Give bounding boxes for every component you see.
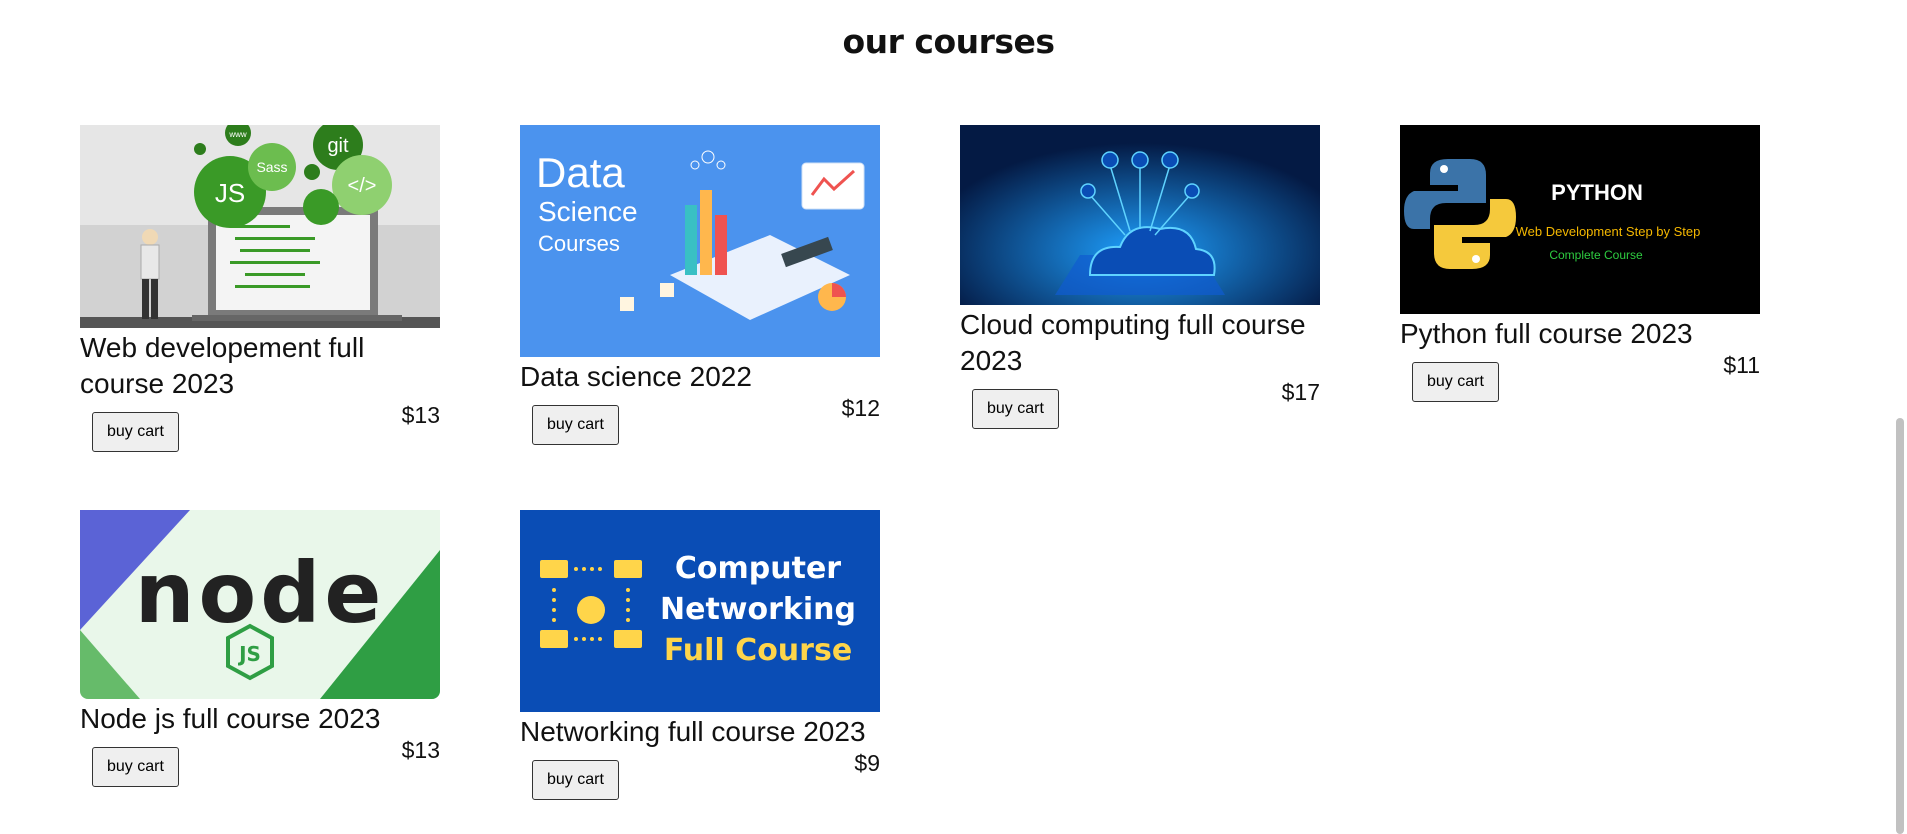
course-price: $11 bbox=[1723, 352, 1760, 378]
course-card-data-science: Data Science Courses Data science 2022 b… bbox=[520, 125, 880, 455]
course-price: $12 bbox=[841, 395, 880, 421]
course-title: Networking full course 2023 bbox=[520, 716, 866, 747]
course-thumbnail-cloud bbox=[960, 125, 1320, 305]
scrollbar[interactable] bbox=[1893, 0, 1907, 834]
course-title: Web developement full course 2023 bbox=[80, 332, 365, 399]
thumb-networking-text: Networking bbox=[660, 592, 856, 627]
thumb-complete-text: Complete Course bbox=[1549, 248, 1643, 262]
buy-cart-button[interactable]: buy cart bbox=[972, 389, 1059, 429]
thumb-node-text: node bbox=[135, 544, 386, 642]
course-actions: buy cart $12 bbox=[520, 395, 880, 455]
buy-cart-button[interactable]: buy cart bbox=[1412, 362, 1499, 402]
page-title: our courses bbox=[842, 22, 1055, 61]
thumb-python-text: PYTHON bbox=[1551, 180, 1643, 205]
thumb-fullcourse-text: Full Course bbox=[664, 633, 852, 668]
course-title: Python full course 2023 bbox=[1400, 318, 1693, 349]
course-thumbnail-node: node JS bbox=[80, 510, 440, 699]
course-title: Data science 2022 bbox=[520, 361, 752, 392]
thumb-www-text: www bbox=[228, 130, 247, 139]
buy-cart-button[interactable]: buy cart bbox=[92, 747, 179, 787]
buy-cart-button[interactable]: buy cart bbox=[92, 412, 179, 452]
thumb-computer-text: Computer bbox=[675, 551, 841, 586]
course-card-node: node JS Node js full course 2023 buy car… bbox=[80, 510, 440, 797]
thumb-subtitle-text: Web Development Step by Step bbox=[1516, 224, 1701, 239]
course-price: $9 bbox=[854, 750, 880, 776]
course-card-web: JS Sass git </> www Web developement ful… bbox=[80, 125, 440, 462]
course-thumbnail-python: PYTHON Web Development Step by Step Comp… bbox=[1400, 125, 1760, 314]
course-actions: buy cart $11 bbox=[1400, 352, 1760, 412]
course-card-networking: Computer Networking Full Course Networki… bbox=[520, 510, 880, 810]
thumb-js-text: JS bbox=[237, 642, 261, 666]
course-actions: buy cart $13 bbox=[80, 737, 440, 797]
thumb-git-text: git bbox=[327, 135, 349, 157]
course-actions: buy cart $13 bbox=[80, 402, 440, 462]
course-card-python: PYTHON Web Development Step by Step Comp… bbox=[1400, 125, 1760, 412]
course-price: $13 bbox=[401, 402, 440, 428]
course-price: $17 bbox=[1281, 379, 1320, 405]
course-actions: buy cart $17 bbox=[960, 379, 1320, 439]
thumb-science-text: Science bbox=[538, 196, 638, 227]
thumb-js-text: JS bbox=[215, 178, 245, 208]
course-title: Node js full course 2023 bbox=[80, 703, 381, 734]
thumb-code-text: </> bbox=[348, 175, 377, 197]
buy-cart-button[interactable]: buy cart bbox=[532, 405, 619, 445]
course-thumbnail-data-science: Data Science Courses bbox=[520, 125, 880, 357]
course-title: Cloud computing full course 2023 bbox=[960, 309, 1306, 376]
course-price: $13 bbox=[401, 737, 440, 763]
scrollbar-thumb[interactable] bbox=[1896, 418, 1904, 834]
thumb-data-text: Data bbox=[536, 149, 625, 196]
course-thumbnail-networking: Computer Networking Full Course bbox=[520, 510, 880, 712]
course-actions: buy cart $9 bbox=[520, 750, 880, 810]
thumb-sass-text: Sass bbox=[256, 159, 287, 175]
buy-cart-button[interactable]: buy cart bbox=[532, 760, 619, 800]
thumb-courses-text: Courses bbox=[538, 231, 620, 256]
course-thumbnail-web: JS Sass git </> www bbox=[80, 125, 440, 328]
course-card-cloud: Cloud computing full course 2023 buy car… bbox=[960, 125, 1320, 439]
